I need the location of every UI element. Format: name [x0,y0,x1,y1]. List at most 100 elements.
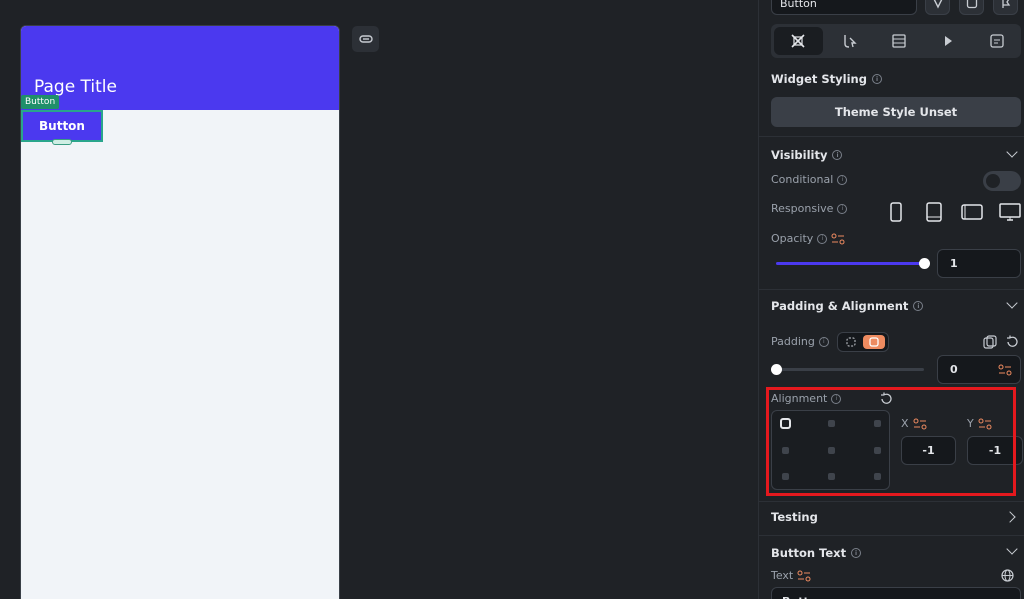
device-preview: Page Title Button Button [20,25,340,599]
info-icon[interactable]: i [818,336,829,347]
padding-slider-thumb[interactable] [771,364,782,375]
reset-icon[interactable] [879,392,893,406]
selection-tag: Button [21,95,60,109]
theme-style-button[interactable]: Theme Style Unset [771,97,1021,127]
tablet-landscape-toggle[interactable] [961,202,983,222]
align-top-left[interactable] [780,418,791,429]
info-icon[interactable]: i [837,203,848,214]
opacity-slider-track[interactable] [776,262,926,265]
conditional-toggle[interactable] [983,171,1021,191]
info-icon[interactable]: i [817,233,828,244]
align-center-right[interactable] [874,447,881,454]
padding-value: 0 [950,363,958,376]
phone-icon [890,202,902,222]
info-icon[interactable]: i [837,174,848,185]
chevron-down-icon[interactable] [1006,297,1018,309]
alignment-y-input[interactable]: -1 [967,436,1023,465]
backend-query-icon [892,34,906,48]
padding-alignment-title: Padding & Alignment [771,299,909,313]
padding-row: Padding i [771,335,829,348]
widget-name-field[interactable]: Button [771,0,917,15]
opacity-input[interactable]: 1 [937,249,1021,278]
padding-uniform-option[interactable] [840,335,862,349]
reset-icon[interactable] [1005,335,1019,349]
code-icon-button[interactable] [959,0,984,15]
globe-icon[interactable] [1001,569,1014,582]
responsive-label: Responsive [771,202,834,215]
notes-icon [989,34,1004,48]
chevron-right-icon[interactable] [1004,511,1016,523]
tablet-toggle[interactable] [925,202,943,222]
conditional-row: Conditional i [771,173,848,186]
info-icon[interactable]: i [913,301,924,311]
y-label-row: Y [967,417,992,430]
play-icon [944,36,952,46]
padding-mode-toggle[interactable] [837,332,889,352]
widget-styling-header: Widget Styling i [771,72,882,86]
sliders-icon[interactable] [797,570,811,582]
square-icon [869,337,879,347]
align-center-left[interactable] [782,447,789,454]
info-icon[interactable]: i [851,548,862,558]
chevron-down-icon[interactable] [1006,543,1018,555]
button-text-input[interactable]: Button [771,587,1021,599]
widget-styling-title: Widget Styling [771,72,867,86]
page-title[interactable]: Page Title [34,77,117,97]
tab-properties[interactable] [774,27,823,55]
theme-icon-button[interactable] [925,0,950,15]
button-text-header[interactable]: Button Text i [771,546,862,560]
divider [759,136,1024,137]
sliders-icon[interactable] [978,418,992,430]
alignment-grid[interactable] [771,410,890,490]
resize-handle[interactable] [52,139,72,145]
desktop-toggle[interactable] [999,202,1021,222]
padding-slider-track[interactable] [776,368,924,371]
x-label-row: X [901,417,927,430]
alignment-label: Alignment [771,392,828,405]
copy-icon[interactable] [983,335,997,349]
align-bottom-center[interactable] [828,473,835,480]
canvas-button[interactable]: Button [21,110,103,142]
alignment-row: Alignment i [771,392,842,405]
phone-toggle[interactable] [889,202,903,222]
canvas-tool-button[interactable] [352,26,379,52]
padding-individual-option[interactable] [863,335,885,349]
panel-tabs [771,24,1021,58]
tab-preview[interactable] [923,24,972,58]
chevron-down-icon[interactable] [1006,146,1018,158]
testing-header[interactable]: Testing [771,510,818,524]
app-bar[interactable]: Page Title [21,26,339,110]
info-icon[interactable]: i [831,393,842,404]
visibility-header[interactable]: Visibility i [771,148,843,162]
opacity-row: Opacity i [771,232,845,245]
align-center[interactable] [828,447,835,454]
opacity-slider-thumb[interactable] [919,258,930,269]
divider [759,501,1024,502]
link-icon [358,35,373,43]
sliders-icon[interactable] [831,233,845,245]
info-icon[interactable]: i [832,150,843,160]
dashed-square-icon [846,337,856,347]
align-top-right[interactable] [874,420,881,427]
x-label: X [901,417,909,430]
padding-alignment-header[interactable]: Padding & Alignment i [771,299,924,313]
desktop-icon [999,203,1021,221]
info-icon[interactable]: i [871,74,882,84]
shield-icon [933,0,942,9]
actions-icon [844,35,857,48]
align-top-center[interactable] [828,420,835,427]
text-row: Text [771,569,811,582]
align-bottom-left[interactable] [782,473,789,480]
flag-icon-button[interactable] [993,0,1018,15]
sliders-icon[interactable] [998,364,1012,376]
text-label: Text [771,569,794,582]
tab-backend-query[interactable] [875,24,924,58]
padding-input[interactable]: 0 [937,355,1021,384]
tab-actions[interactable] [826,24,875,58]
alignment-x-input[interactable]: -1 [901,436,956,465]
properties-panel: Button Widget Styling i Theme Style Unse… [758,0,1024,599]
tab-notes[interactable] [972,24,1021,58]
sliders-icon[interactable] [913,418,927,430]
padding-label: Padding [771,335,815,348]
align-bottom-right[interactable] [874,473,881,480]
